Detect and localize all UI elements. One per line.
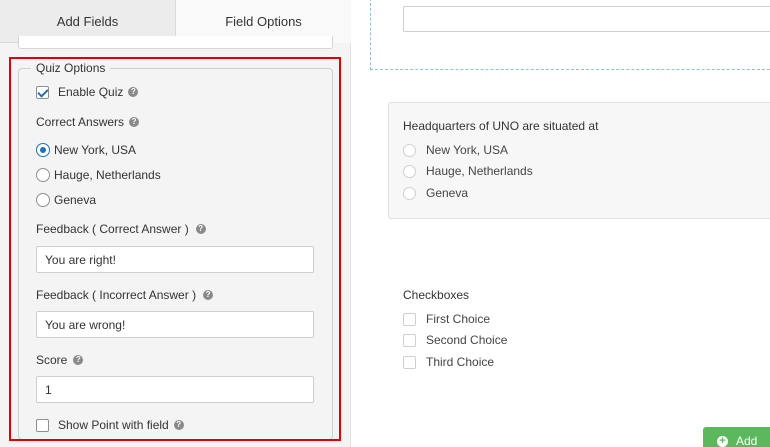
plus-circle-icon: + <box>717 435 728 447</box>
add-button-label: Add <box>736 434 758 447</box>
radio-circle[interactable] <box>403 164 416 178</box>
preview-option-label: New York, USA <box>426 143 509 157</box>
checkbox-square[interactable] <box>403 312 416 326</box>
previous-option-box <box>18 36 333 49</box>
checkbox-square[interactable] <box>403 355 416 369</box>
radio-circle[interactable] <box>403 186 416 200</box>
preview-checkbox-option[interactable]: Second Choice <box>403 333 507 347</box>
checkbox-square[interactable] <box>403 333 416 347</box>
preview-checkbox-option[interactable]: First Choice <box>403 312 490 326</box>
checkboxes-title: Checkboxes <box>403 288 470 302</box>
preview-option-label: Hauge, Netherlands <box>426 164 533 178</box>
preview-checkbox-option[interactable]: Third Choice <box>403 355 494 369</box>
preview-option-label: Geneva <box>426 186 469 200</box>
preview-option-label: Second Choice <box>426 333 508 347</box>
add-field-button[interactable]: + Add <box>703 427 770 447</box>
preview-radio-option[interactable]: Geneva <box>403 186 468 200</box>
question-title: Headquarters of UNO are situated at <box>403 119 599 133</box>
preview-radio-option[interactable]: New York, USA <box>403 143 508 157</box>
preview-option-label: First Choice <box>426 312 491 326</box>
field-options-panel: Add Fields Field Options Quiz Options En… <box>0 0 351 447</box>
preview-text-field[interactable] <box>403 6 770 32</box>
preview-radio-option[interactable]: Hauge, Netherlands <box>403 164 533 178</box>
highlight-frame <box>9 57 341 441</box>
preview-option-label: Third Choice <box>426 355 495 369</box>
radio-circle[interactable] <box>403 143 416 157</box>
